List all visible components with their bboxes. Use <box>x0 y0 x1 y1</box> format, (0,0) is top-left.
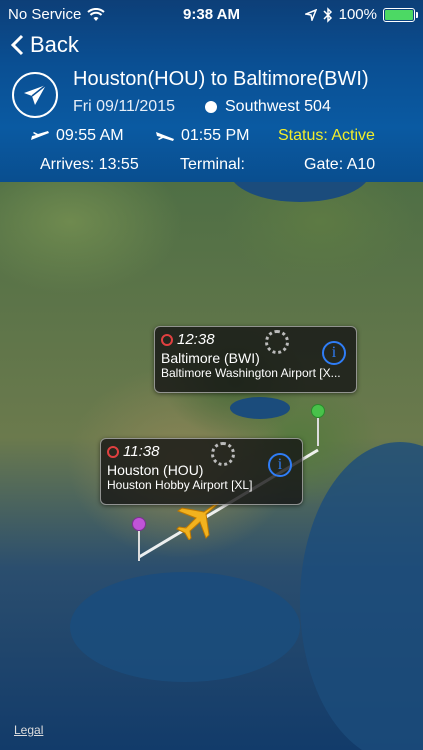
bwi-airport: Baltimore Washington Airport [X... <box>161 366 341 380</box>
loading-spinner-icon <box>211 442 235 466</box>
legal-link[interactable]: Legal <box>14 723 43 737</box>
hou-time: 11:38 <box>123 443 160 460</box>
flight-route: Houston(HOU) to Baltimore(BWI) <box>73 68 369 90</box>
airline-flight: Southwest 504 <box>225 98 331 115</box>
hou-info-button[interactable]: i <box>268 453 292 477</box>
arrives-info: Arrives: 13:55 <box>40 156 139 173</box>
flight-map[interactable]: 12:38 Baltimore (BWI) Baltimore Washingt… <box>0 182 423 750</box>
hou-pin[interactable] <box>132 517 146 531</box>
location-arrow-icon <box>304 8 317 21</box>
chevron-left-icon <box>10 34 24 56</box>
hou-pin-stick <box>138 531 140 561</box>
clock-icon <box>107 445 119 458</box>
battery-icon <box>383 7 418 22</box>
paper-plane-icon <box>12 72 58 118</box>
battery-level <box>385 9 413 20</box>
bullet-icon <box>205 101 217 113</box>
departure-time: 09:55 AM <box>56 127 124 144</box>
flight-header: No Service 9:38 AM 100% Back Houston(HOU… <box>0 0 423 182</box>
back-button[interactable]: Back <box>10 32 79 58</box>
terminal-info: Terminal: <box>180 156 245 173</box>
bwi-pin[interactable] <box>311 404 325 418</box>
loading-spinner-icon <box>265 330 289 354</box>
battery-percent: 100% <box>338 6 377 23</box>
hou-airport: Houston Hobby Airport [XL] <box>107 478 253 492</box>
bwi-info-button[interactable]: i <box>322 341 346 365</box>
gate-info: Gate: A10 <box>304 156 376 173</box>
takeoff-icon <box>31 131 49 140</box>
bwi-pin-stick <box>317 418 319 446</box>
back-label: Back <box>30 32 79 57</box>
flight-status: Status: Active <box>278 127 375 144</box>
status-bar: No Service 9:38 AM 100% <box>0 0 423 28</box>
bwi-callout[interactable]: 12:38 Baltimore (BWI) Baltimore Washingt… <box>154 326 357 393</box>
clock-icon <box>161 333 173 346</box>
flight-date: Fri 09/11/2015 <box>73 98 175 115</box>
hou-callout[interactable]: 11:38 Houston (HOU) Houston Hobby Airpor… <box>100 438 303 505</box>
bwi-time: 12:38 <box>177 331 215 348</box>
bluetooth-icon <box>323 6 332 23</box>
arrival-time: 01:55 PM <box>181 127 250 144</box>
landing-icon <box>156 132 174 141</box>
